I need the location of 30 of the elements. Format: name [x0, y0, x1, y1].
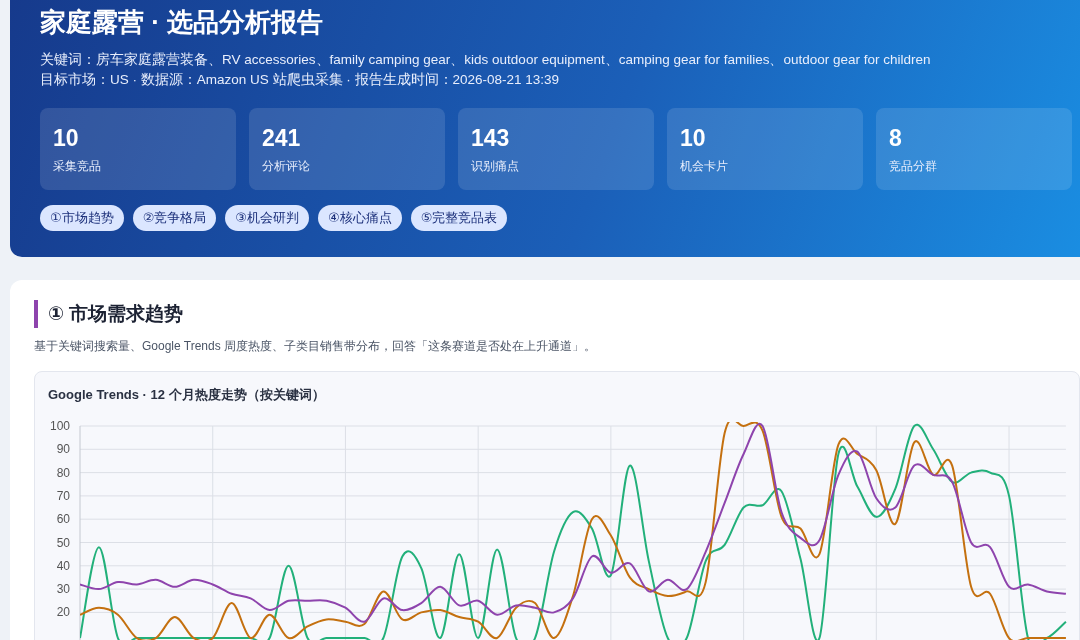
stat-label: 分析评论: [262, 158, 311, 175]
stat-value: 10: [680, 124, 707, 152]
section-description: 基于关键词搜索量、Google Trends 周度热度、子类目销售带分布，回答「这条赛道是否处在上升通道」。: [34, 338, 598, 354]
axis-label: 80: [56, 465, 70, 480]
stat-label: 竞品分群: [889, 158, 938, 175]
axis-label: 20: [56, 605, 70, 620]
keywords-text: 关键词：房车家庭露营装备、RV accessories、family camping gear、kids outdoor equipment、camping gear for families、outdoor gear for children: [40, 51, 932, 69]
stat-value: 143: [471, 124, 511, 152]
stat-label: 识别痛点: [471, 158, 520, 175]
stat-value: 241: [262, 124, 302, 152]
section-link[interactable]: ⑤完整竞品表: [410, 205, 508, 231]
axis-label: 60: [56, 512, 70, 527]
stat-label: 采集竞品: [53, 158, 102, 175]
axis-label: 100: [49, 419, 70, 433]
axis-label: 40: [56, 558, 70, 573]
stat-label: 机会卡片: [680, 158, 729, 175]
axis-label: 70: [56, 488, 70, 503]
report-title: 家庭露营 · 选品分析报告: [40, 6, 325, 39]
axis-label: 30: [56, 582, 70, 597]
meta-text: 目标市场：US · 数据源：Amazon US 站爬虫采集 · 报告生成时间：2026-08-21 13:39: [40, 71, 561, 89]
stat-value: 8: [889, 124, 903, 152]
stat-value: 10: [53, 124, 80, 152]
section-link[interactable]: ④核心痛点: [317, 205, 402, 231]
section-title: ① 市场需求趋势: [34, 300, 1076, 328]
section-link[interactable]: ①市场趋势: [40, 205, 124, 231]
section-link[interactable]: ③机会研判: [225, 205, 309, 231]
axis-label: 90: [56, 442, 70, 457]
axis-label: 50: [56, 535, 70, 550]
section-link[interactable]: ②竞争格局: [132, 205, 217, 231]
chart-title: Google Trends · 12 个月热度走势（按关键词）: [47, 386, 326, 404]
